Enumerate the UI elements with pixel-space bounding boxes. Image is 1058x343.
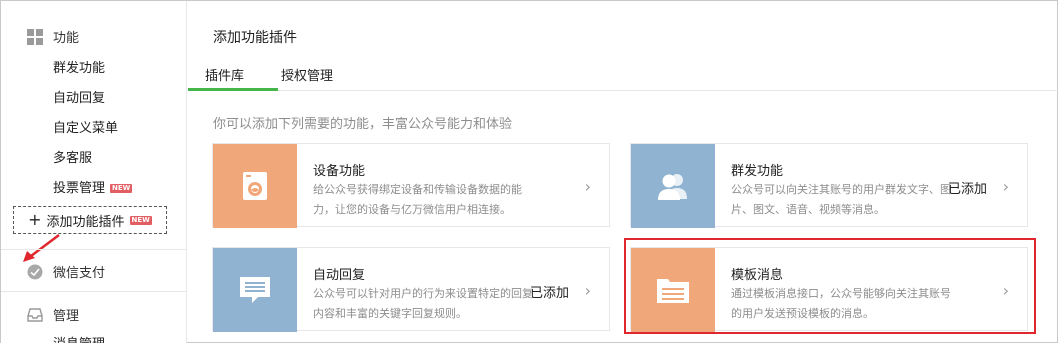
card-title: 群发功能: [731, 164, 784, 179]
card-description: 公众号可以向关注其账号的用户群发文字、图片、图文、语音、视频等消息。: [731, 183, 951, 216]
wechat-pay-icon: [27, 264, 43, 280]
sidebar-group-function: 功能: [27, 27, 79, 46]
card-title: 设备功能: [313, 164, 366, 179]
inbox-icon: [27, 307, 43, 323]
sidebar-group-manage-label: 管理: [53, 309, 80, 324]
new-badge: NEW: [129, 215, 152, 225]
sidebar-divider: [1, 249, 187, 250]
plugin-card-device[interactable]: 设备功能 给公众号获得绑定设备和传输设备数据的能力，让您的设备与亿万微信用户相连…: [212, 143, 610, 228]
washing-machine-icon: [213, 144, 297, 228]
plugin-card-mass-send[interactable]: 群发功能 公众号可以向关注其账号的用户群发文字、图片、图文、语音、视频等消息。 …: [630, 143, 1028, 228]
users-icon: [631, 144, 715, 228]
main-content: 添加功能插件 插件库 授权管理 你可以添加下列需要的功能，丰富公众号能力和体验 …: [188, 1, 1058, 343]
folder-icon: [631, 248, 715, 332]
sidebar: 功能 群发功能 自动回复 自定义菜单 多客服 投票管理 NEW + 添加功能插件 …: [1, 1, 187, 343]
tab-active-indicator: [188, 88, 278, 91]
sidebar-item-custom-menu[interactable]: 自定义菜单: [53, 117, 118, 136]
add-plugin-label: 添加功能插件: [46, 214, 125, 230]
sidebar-divider: [1, 291, 187, 292]
card-title: 模板消息: [731, 268, 784, 283]
tab-bar: 插件库 授权管理: [188, 59, 1058, 91]
sidebar-item-vote[interactable]: 投票管理 NEW: [53, 177, 133, 196]
sidebar-group-manage: 管理: [27, 305, 79, 324]
chevron-right-icon: ›: [1002, 281, 1009, 300]
tab-plugin-library[interactable]: 插件库: [205, 65, 244, 84]
card-description: 公众号可以针对用户的行为来设置特定的回复内容和丰富的关键字回复规则。: [313, 287, 533, 320]
sidebar-group-wechat-pay-label: 微信支付: [53, 266, 106, 281]
plus-icon: +: [28, 210, 42, 229]
card-description: 通过模板消息接口，公众号能够向关注其账号的用户发送预设模板的消息。: [731, 287, 951, 320]
add-plugin-button[interactable]: + 添加功能插件 NEW: [13, 206, 167, 234]
chevron-right-icon: ›: [1002, 177, 1009, 196]
sidebar-group-function-label: 功能: [53, 31, 80, 46]
chat-bubble-icon: [213, 248, 297, 332]
card-title: 自动回复: [313, 268, 366, 283]
sidebar-item-auto-reply[interactable]: 自动回复: [53, 87, 105, 106]
sidebar-item-mass-send[interactable]: 群发功能: [53, 57, 105, 76]
plugin-card-template-message[interactable]: 模板消息 通过模板消息接口，公众号能够向关注其账号的用户发送预设模板的消息。 ›: [630, 247, 1028, 332]
tab-authorization[interactable]: 授权管理: [281, 65, 333, 84]
sidebar-item-customer-service[interactable]: 多客服: [53, 147, 92, 166]
grid-icon: [27, 28, 43, 45]
sidebar-item-message-manage[interactable]: 消息管理: [53, 333, 105, 343]
card-status: 已添加: [529, 286, 569, 301]
chevron-right-icon: ›: [584, 281, 591, 300]
chevron-right-icon: ›: [584, 177, 591, 196]
sidebar-item-vote-label: 投票管理: [53, 181, 106, 196]
plugin-card-auto-reply[interactable]: 自动回复 公众号可以针对用户的行为来设置特定的回复内容和丰富的关键字回复规则。 …: [212, 247, 610, 332]
sidebar-group-wechat-pay[interactable]: 微信支付: [27, 262, 105, 281]
arrow-annotation-icon: [23, 234, 60, 262]
intro-text: 你可以添加下列需要的功能，丰富公众号能力和体验: [213, 117, 513, 132]
new-badge: NEW: [110, 184, 133, 193]
card-status: 已添加: [947, 182, 987, 197]
page-title: 添加功能插件: [213, 30, 297, 46]
card-description: 给公众号获得绑定设备和传输设备数据的能力，让您的设备与亿万微信用户相连接。: [313, 183, 522, 216]
